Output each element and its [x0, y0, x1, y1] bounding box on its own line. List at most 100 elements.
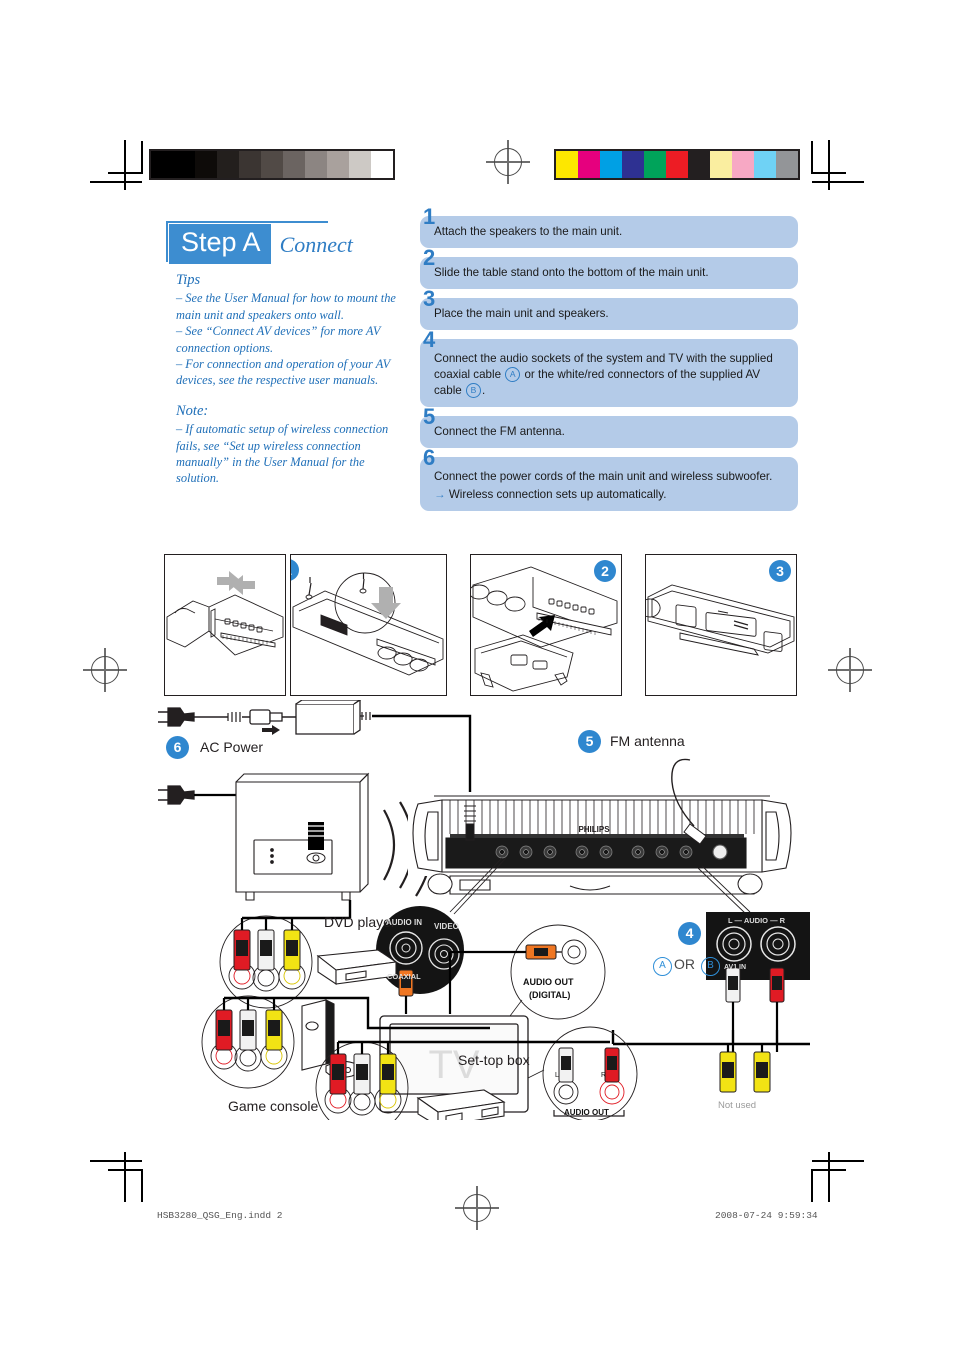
label-av1-in: AV1 IN [724, 964, 747, 971]
quick-start-guide-page: Step A Connect Tips – See the User Manua… [0, 0, 954, 1350]
step-header: Step A Connect [168, 223, 366, 265]
step-action-label: Connect [270, 224, 365, 264]
color-swatch-0 [556, 151, 578, 178]
illustration-panel-2: 2 [470, 554, 622, 696]
color-swatch-5 [666, 151, 688, 178]
step-text-3: Place the main unit and speakers. [420, 298, 798, 330]
label-l-audio-r: L — AUDIO — R [728, 916, 786, 925]
label-fm-antenna: FM antenna [610, 733, 685, 749]
label-coaxial: COAXIAL [387, 972, 421, 981]
label-tv-left-channel: L [555, 1072, 559, 1079]
note-line-1: – If automatic setup of wireless connect… [176, 422, 389, 486]
step-number-2: 2 [423, 245, 436, 270]
step-text-5: Connect the FM antenna. [420, 416, 798, 448]
cable-badge-b: B [465, 383, 481, 399]
label-tv-right-channel: R [601, 1072, 607, 1079]
step-number-4: 4 [423, 327, 436, 352]
illustration-panel-1 [164, 554, 286, 696]
note-heading: Note: [176, 402, 209, 419]
label-audio-in: AUDIO IN [386, 918, 422, 927]
gray-swatch-0 [151, 151, 173, 178]
step-text-4: Connect the audio sockets of the system … [420, 339, 798, 407]
step-label: Step A [169, 224, 271, 264]
tips-note-block: Tips – See the User Manual for how to mo… [176, 272, 408, 487]
step-number-3: 3 [423, 286, 436, 311]
registration-mark-right [828, 648, 872, 692]
crop-mark-tr-h2 [811, 172, 846, 174]
gray-swatch-10 [371, 151, 393, 178]
option-or-text: OR [674, 956, 695, 972]
footer-filename: HSB3280_QSG_Eng.indd 2 [157, 1210, 283, 1221]
arrow-icon: → [434, 488, 446, 501]
label-audio-out-digital-1: AUDIO OUT [523, 977, 574, 987]
tips-line-2: – See “Connect AV devices” for more AV c… [176, 324, 381, 355]
crop-mark-tl-h2 [108, 172, 143, 174]
color-swatch-2 [600, 151, 622, 178]
color-swatch-1 [578, 151, 600, 178]
label-audio-out-digital-2: (DIGITAL) [529, 990, 571, 1000]
label-game-console: Game console [228, 1098, 319, 1114]
color-swatch-7 [710, 151, 732, 178]
label-dvd-player: DVD player [324, 914, 396, 930]
step-row-3: 3 Place the main unit and speakers. [420, 287, 798, 330]
grayscale-calibration-bar [149, 149, 395, 180]
illustration-panel-3: 3 [645, 554, 797, 696]
panel-number-3: 3 [769, 560, 791, 582]
gray-swatch-5 [261, 151, 283, 178]
step-row-2: 2 Slide the table stand onto the bottom … [420, 246, 798, 289]
registration-mark-bottom [455, 1186, 499, 1230]
registration-mark-left [83, 648, 127, 692]
unit-brand-philips: PHILIPS [578, 825, 610, 834]
gray-swatch-2 [195, 151, 217, 178]
step-number-1: 1 [423, 204, 436, 229]
color-swatch-8 [732, 151, 754, 178]
color-swatch-10 [776, 151, 798, 178]
step-4-text-c: . [481, 384, 486, 397]
color-swatch-6 [688, 151, 710, 178]
tips-heading: Tips [176, 272, 201, 288]
gray-swatch-4 [239, 151, 261, 178]
crop-mark-tl-v2 [141, 141, 143, 173]
step-instruction-list: 1 Attach the speakers to the main unit. … [420, 205, 798, 520]
registration-mark-top [486, 140, 530, 184]
gray-swatch-3 [217, 151, 239, 178]
step-row-1: 1 Attach the speakers to the main unit. [420, 205, 798, 248]
color-swatch-4 [644, 151, 666, 178]
panel-number-2: 2 [594, 560, 616, 582]
gray-swatch-8 [327, 151, 349, 178]
step-row-6: 6 Connect the power cords of the main un… [420, 446, 798, 511]
step-row-5: 5 Connect the FM antenna. [420, 405, 798, 448]
label-set-top-box: Set-top box [458, 1052, 530, 1068]
tips-line-3: – For connection and operation of your A… [176, 357, 391, 388]
tips-line-1: – See the User Manual for how to mount t… [176, 291, 396, 322]
crop-mark-br-h2 [811, 1169, 846, 1171]
crop-mark-tr-v2 [811, 141, 813, 173]
crop-mark-br-v2 [811, 1170, 813, 1202]
cable-badge-a: A [505, 367, 521, 383]
step-row-4: 4 Connect the audio sockets of the syste… [420, 328, 798, 407]
footer-timestamp: 2008-07-24 9:59:34 [715, 1210, 818, 1221]
step-number-6: 6 [423, 445, 436, 470]
crop-mark-tl-h [90, 181, 142, 183]
illustration-panel-row: 1 [164, 554, 797, 696]
crop-mark-bl-v2 [141, 1170, 143, 1202]
crop-mark-br-h [812, 1160, 864, 1162]
option-badge-b: B [701, 957, 720, 976]
crop-mark-bl-h2 [108, 1169, 143, 1171]
gray-swatch-7 [305, 151, 327, 178]
badge-fm-antenna: 5 [578, 730, 601, 753]
option-badge-a: A [653, 957, 672, 976]
label-ac-power: AC Power [200, 739, 264, 755]
illustration-panel-1b: 1 [290, 554, 447, 696]
crop-mark-tr-h [812, 181, 864, 183]
badge-ac-power: 6 [166, 736, 189, 759]
gray-swatch-6 [283, 151, 305, 178]
badge-step-4-diagram: 4 [678, 922, 701, 945]
color-swatch-3 [622, 151, 644, 178]
gray-swatch-9 [349, 151, 371, 178]
gray-swatch-1 [173, 151, 195, 178]
label-not-used: Not used [718, 1100, 757, 1111]
step-text-2: Slide the table stand onto the bottom of… [420, 257, 798, 289]
crop-mark-bl-h [90, 1160, 142, 1162]
step-6-main-text: Connect the power cords of the main unit… [434, 470, 773, 483]
